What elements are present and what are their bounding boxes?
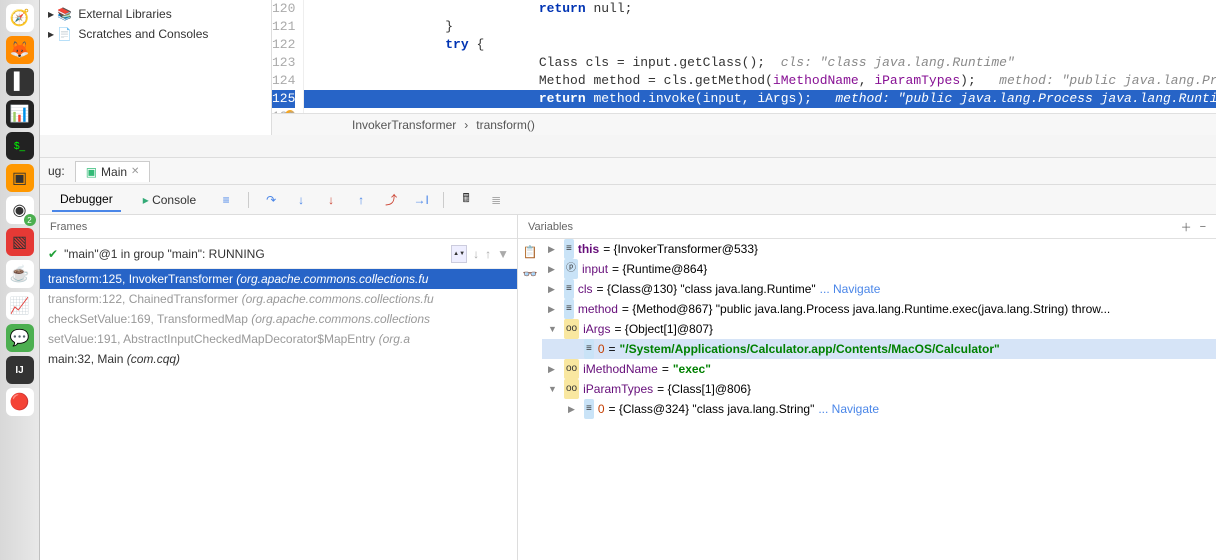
variable-row[interactable]: ▶ⓟ input = {Runtime@864} xyxy=(542,259,1216,279)
run-to-cursor-icon[interactable]: →І xyxy=(413,192,429,208)
var-kind-icon: oo xyxy=(564,379,579,399)
tab-debugger[interactable]: Debugger xyxy=(52,188,121,212)
trace-icon[interactable]: ≣ xyxy=(488,192,504,208)
variable-row[interactable]: ▶≡ 0 = {Class@324} "class java.lang.Stri… xyxy=(542,399,1216,419)
stack-frame[interactable]: transform:125, InvokerTransformer (org.a… xyxy=(40,269,517,289)
var-kind-icon: ≡ xyxy=(564,299,574,319)
variable-row[interactable]: ▶oo iMethodName = "exec" xyxy=(542,359,1216,379)
variable-row[interactable]: ▼oo iParamTypes = {Class[1]@806} xyxy=(542,379,1216,399)
evaluate-icon[interactable]: 🖩 xyxy=(458,192,474,208)
java-icon[interactable]: ☕ xyxy=(6,260,34,288)
firefox-icon[interactable]: 🦊 xyxy=(6,36,34,64)
var-kind-icon: ≡ xyxy=(564,279,574,299)
next-frame-icon[interactable]: ↑ xyxy=(485,247,491,261)
glasses-icon[interactable]: 👓 xyxy=(523,267,538,281)
tab-console[interactable]: ▸ Console xyxy=(135,189,204,211)
tree-item-external-libs[interactable]: ▸ 📚 External Libraries xyxy=(48,4,263,24)
threads-icon[interactable]: ≡ xyxy=(218,192,234,208)
variable-row[interactable]: ▶≡ method = {Method@867} "public java.la… xyxy=(542,299,1216,319)
safari-icon[interactable]: 🧭 xyxy=(6,4,34,32)
variables-tree[interactable]: ▶≡ this = {InvokerTransformer@533}▶ⓟ inp… xyxy=(542,239,1216,560)
stack-frame[interactable]: setValue:191, AbstractInputCheckedMapDec… xyxy=(40,329,517,349)
step-over-icon[interactable]: ↷ xyxy=(263,192,279,208)
check-icon: ✔ xyxy=(48,247,58,261)
terminal-icon[interactable]: ▌ xyxy=(6,68,34,96)
expand-icon[interactable]: ▶ xyxy=(548,299,560,319)
variables-header: Variables ＋ − xyxy=(518,215,1216,239)
var-kind-icon: ≡ xyxy=(564,239,574,259)
frames-header: Frames xyxy=(40,215,517,239)
run-config-tab[interactable]: ▣ Main ✕ xyxy=(75,161,151,182)
copy-icon[interactable]: 📋 xyxy=(523,245,538,259)
force-step-into-icon[interactable]: ↓ xyxy=(323,192,339,208)
project-tree: ▸ 📚 External Libraries ▸ 📄 Scratches and… xyxy=(40,0,272,135)
filter-icon[interactable]: ▼ xyxy=(497,247,509,261)
macos-dock: 🧭 🦊 ▌ 📊 $_ ▣ ◉2 ▧ ☕ 📈 💬 IJ 🔴 xyxy=(0,0,40,560)
chrome-icon[interactable]: ◉2 xyxy=(6,196,34,224)
sublime-icon[interactable]: ▣ xyxy=(6,164,34,192)
wechat-icon[interactable]: 💬 xyxy=(6,324,34,352)
expand-icon[interactable]: ▶ xyxy=(548,259,560,279)
drop-frame-icon[interactable]: ⤴ xyxy=(383,192,399,208)
expand-icon[interactable]: ▶ xyxy=(548,279,560,299)
prev-frame-icon[interactable]: ↓ xyxy=(473,247,479,261)
var-kind-icon: oo xyxy=(564,359,579,379)
debugger-toolbar: Debugger ▸ Console ≡ ↷ ↓ ↓ ↑ ⤴ →І 🖩 ≣ xyxy=(40,185,1216,215)
stack-frame[interactable]: transform:122, ChainedTransformer (org.a… xyxy=(40,289,517,309)
app-icon[interactable]: 🔴 xyxy=(6,388,34,416)
scratch-icon: ▸ 📄 xyxy=(48,27,72,41)
navigate-link[interactable]: ... Navigate xyxy=(820,279,881,299)
frames-panel: Frames ✔ "main"@1 in group "main": RUNNI… xyxy=(40,215,518,560)
app-icon[interactable]: 📊 xyxy=(6,100,34,128)
breadcrumb-method[interactable]: transform() xyxy=(476,118,535,132)
debug-tool-label: ug: xyxy=(48,164,65,178)
run-config-name: Main xyxy=(101,165,127,179)
variables-sidebar-tools: 📋 👓 xyxy=(518,239,542,281)
add-watch-icon[interactable]: ＋ xyxy=(1181,219,1192,235)
breadcrumb[interactable]: InvokerTransformer › transform() xyxy=(272,113,1216,135)
iterm-icon[interactable]: $_ xyxy=(6,132,34,160)
stack-frame[interactable]: checkSetValue:169, TransformedMap (org.a… xyxy=(40,309,517,329)
expand-icon[interactable]: ▶ xyxy=(568,399,580,419)
variable-row[interactable]: ▶≡ cls = {Class@130} "class java.lang.Ru… xyxy=(542,279,1216,299)
app-icon[interactable]: ▧ xyxy=(6,228,34,256)
remove-watch-icon[interactable]: − xyxy=(1200,221,1206,233)
thread-label: "main"@1 in group "main": RUNNING xyxy=(64,247,265,261)
variable-row[interactable]: ▼oo iArgs = {Object[1]@807} xyxy=(542,319,1216,339)
console-icon: ▸ xyxy=(143,193,149,207)
variable-row[interactable]: ≡ 0 = "/System/Applications/Calculator.a… xyxy=(542,339,1216,359)
run-icon: ▣ xyxy=(86,165,97,179)
stepper-icon[interactable]: ▲▼ xyxy=(451,245,467,263)
frame-list[interactable]: transform:125, InvokerTransformer (org.a… xyxy=(40,269,517,369)
navigate-link[interactable]: ... Navigate xyxy=(818,399,879,419)
step-into-icon[interactable]: ↓ xyxy=(293,192,309,208)
tree-label: Scratches and Consoles xyxy=(78,27,208,41)
step-out-icon[interactable]: ↑ xyxy=(353,192,369,208)
intellij-icon[interactable]: IJ xyxy=(6,356,34,384)
breadcrumb-class[interactable]: InvokerTransformer xyxy=(352,118,456,132)
tree-label: External Libraries xyxy=(78,7,171,21)
expand-icon[interactable]: ▶ xyxy=(548,239,560,259)
app-icon[interactable]: 📈 xyxy=(6,292,34,320)
expand-icon[interactable]: ▶ xyxy=(548,359,560,379)
variables-panel: Variables ＋ − 📋 👓 ▶≡ this = {InvokerTran… xyxy=(518,215,1216,560)
var-kind-icon: oo xyxy=(564,319,579,339)
library-icon: ▸ 📚 xyxy=(48,7,72,21)
var-kind-icon: ⓟ xyxy=(564,259,578,279)
chevron-right-icon: › xyxy=(464,118,468,132)
close-icon[interactable]: ✕ xyxy=(131,166,139,177)
variable-row[interactable]: ▶≡ this = {InvokerTransformer@533} xyxy=(542,239,1216,259)
var-kind-icon: ≡ xyxy=(584,399,594,419)
expand-icon[interactable]: ▼ xyxy=(548,379,560,399)
thread-selector[interactable]: ✔ "main"@1 in group "main": RUNNING ▲▼ ↓… xyxy=(40,239,517,269)
var-kind-icon: ≡ xyxy=(584,339,594,359)
expand-icon[interactable]: ▼ xyxy=(548,319,560,339)
code-editor[interactable]: 120121122123124125 126 return null; } tr… xyxy=(272,0,1216,135)
debug-tab-bar: ug: ▣ Main ✕ xyxy=(40,157,1216,185)
stack-frame[interactable]: main:32, Main (com.cqq) xyxy=(40,349,517,369)
tree-item-scratches[interactable]: ▸ 📄 Scratches and Consoles xyxy=(48,24,263,44)
